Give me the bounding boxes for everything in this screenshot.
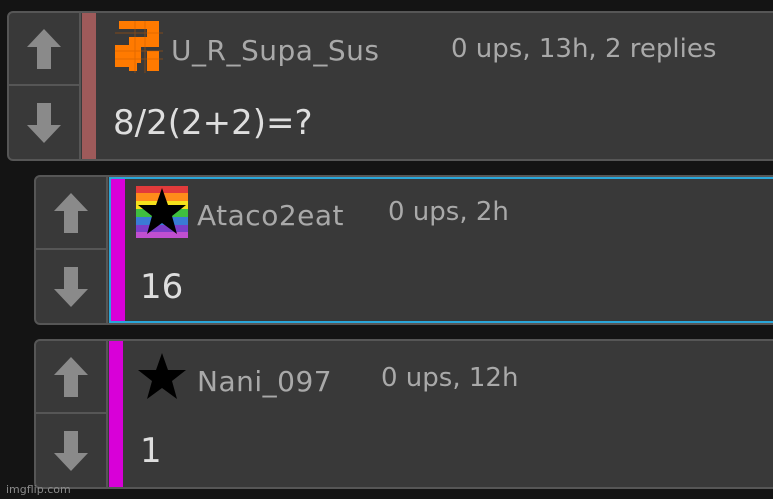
downvote-button[interactable] bbox=[36, 250, 106, 323]
arrow-down-icon bbox=[54, 430, 88, 471]
arrow-up-icon bbox=[54, 192, 88, 233]
orange-pixel-logo-icon[interactable] bbox=[115, 21, 163, 73]
comment-2: Ataco2eat 0 ups, 2h 16 bbox=[34, 175, 773, 325]
username[interactable]: U_R_Supa_Sus bbox=[171, 34, 380, 67]
comment-meta: 0 ups, 12h bbox=[381, 363, 519, 393]
upvote-button[interactable] bbox=[9, 13, 79, 86]
downvote-button[interactable] bbox=[9, 86, 79, 159]
username[interactable]: Nani_097 bbox=[197, 365, 332, 398]
comment-stripe bbox=[111, 179, 125, 321]
upvote-button[interactable] bbox=[36, 341, 106, 414]
comment-text: 16 bbox=[140, 267, 184, 307]
upvote-button[interactable] bbox=[36, 177, 106, 250]
comment-text: 8/2(2+2)=? bbox=[113, 103, 313, 143]
arrow-down-icon bbox=[27, 102, 61, 143]
vote-controls bbox=[9, 13, 81, 159]
vote-controls bbox=[36, 177, 108, 323]
comment-meta: 0 ups, 13h, 2 replies bbox=[451, 34, 717, 64]
arrow-up-icon bbox=[54, 356, 88, 397]
comment-1: U_R_Supa_Sus 0 ups, 13h, 2 replies 8/2(2… bbox=[7, 11, 773, 161]
arrow-up-icon bbox=[27, 28, 61, 69]
username[interactable]: Ataco2eat bbox=[197, 199, 344, 232]
comment-3: Nani_097 0 ups, 12h 1 bbox=[34, 339, 773, 489]
watermark: imgflip.com bbox=[6, 483, 71, 496]
comment-stripe bbox=[82, 13, 96, 159]
comment-stripe bbox=[109, 341, 123, 487]
comment-text: 1 bbox=[140, 431, 162, 471]
downvote-button[interactable] bbox=[36, 414, 106, 487]
vote-controls bbox=[36, 341, 108, 487]
comment-meta: 0 ups, 2h bbox=[388, 197, 509, 227]
star-icon[interactable] bbox=[136, 351, 188, 403]
rainbow-star-icon[interactable] bbox=[136, 186, 188, 238]
arrow-down-icon bbox=[54, 266, 88, 307]
